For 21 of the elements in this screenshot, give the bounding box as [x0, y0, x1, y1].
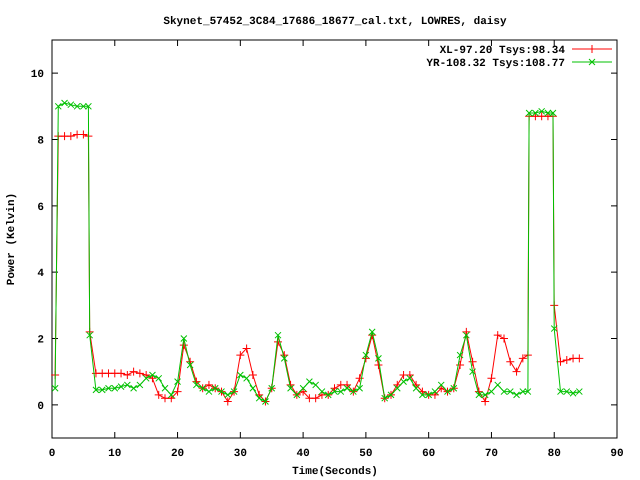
- tick-label: 10: [30, 69, 44, 82]
- tick-label: 50: [359, 448, 372, 460]
- tick-label: 6: [37, 202, 44, 214]
- tick-label: 0: [37, 400, 44, 413]
- axis-label: Time(Seconds): [292, 466, 378, 478]
- tick-label: 10: [108, 448, 122, 460]
- tick-label: 8: [37, 136, 44, 148]
- tick-label: 4: [37, 268, 44, 280]
- tick-label: 80: [548, 448, 561, 460]
- tick-label: 20: [170, 448, 184, 460]
- tick-label: 70: [484, 448, 498, 460]
- axis-label: Power (Kelvin): [6, 192, 18, 286]
- tick-label: 60: [422, 448, 436, 460]
- tick-label: 2: [37, 334, 44, 346]
- legend-label: YR-108.32 Tsys:108.77: [426, 58, 565, 70]
- chart-title: Skynet_57452_3C84_17686_18677_cal.txt, LOWRES, daisy: [163, 16, 507, 28]
- tick-label: 40: [296, 448, 310, 460]
- tick-label: 0: [48, 448, 56, 460]
- tick-label: 90: [610, 448, 624, 460]
- tick-label: 30: [234, 448, 247, 460]
- legend-label: XL-97.20 Tsys:98.34: [440, 45, 565, 57]
